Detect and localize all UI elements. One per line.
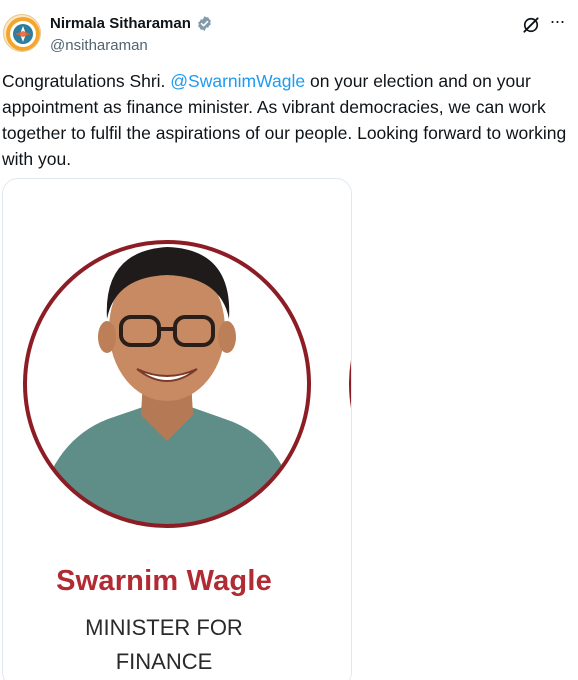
author-name[interactable]: Nirmala Sitharaman (50, 15, 191, 32)
more-options-icon[interactable]: ··· (545, 12, 569, 36)
author-avatar[interactable] (3, 14, 41, 52)
verified-badge-icon (198, 16, 211, 31)
mention-link[interactable]: @SwarnimWagle (170, 71, 305, 91)
portrait-graphic (3, 179, 351, 680)
poster-title-line: MINISTER FOR (85, 615, 243, 640)
tweet-text: Congratulations Shri. @SwarnimWagle on y… (2, 68, 572, 172)
grok-icon[interactable] (521, 15, 541, 35)
tweet-media-image[interactable]: Swarnim Wagle MINISTER FOR FINANCE (2, 178, 352, 680)
poster-name: Swarnim Wagle (56, 565, 272, 597)
tweet-text-part: Congratulations Shri. (2, 71, 171, 91)
author-handle[interactable]: @nsitharaman (50, 37, 148, 54)
emblem-logo-icon (6, 17, 40, 51)
poster-title: MINISTER FOR FINANCE (3, 611, 325, 679)
poster-title-line: FINANCE (115, 649, 213, 674)
next-portrait-circle (349, 360, 351, 408)
tweet: Nirmala Sitharaman @nsitharaman ··· Cong… (0, 0, 578, 680)
